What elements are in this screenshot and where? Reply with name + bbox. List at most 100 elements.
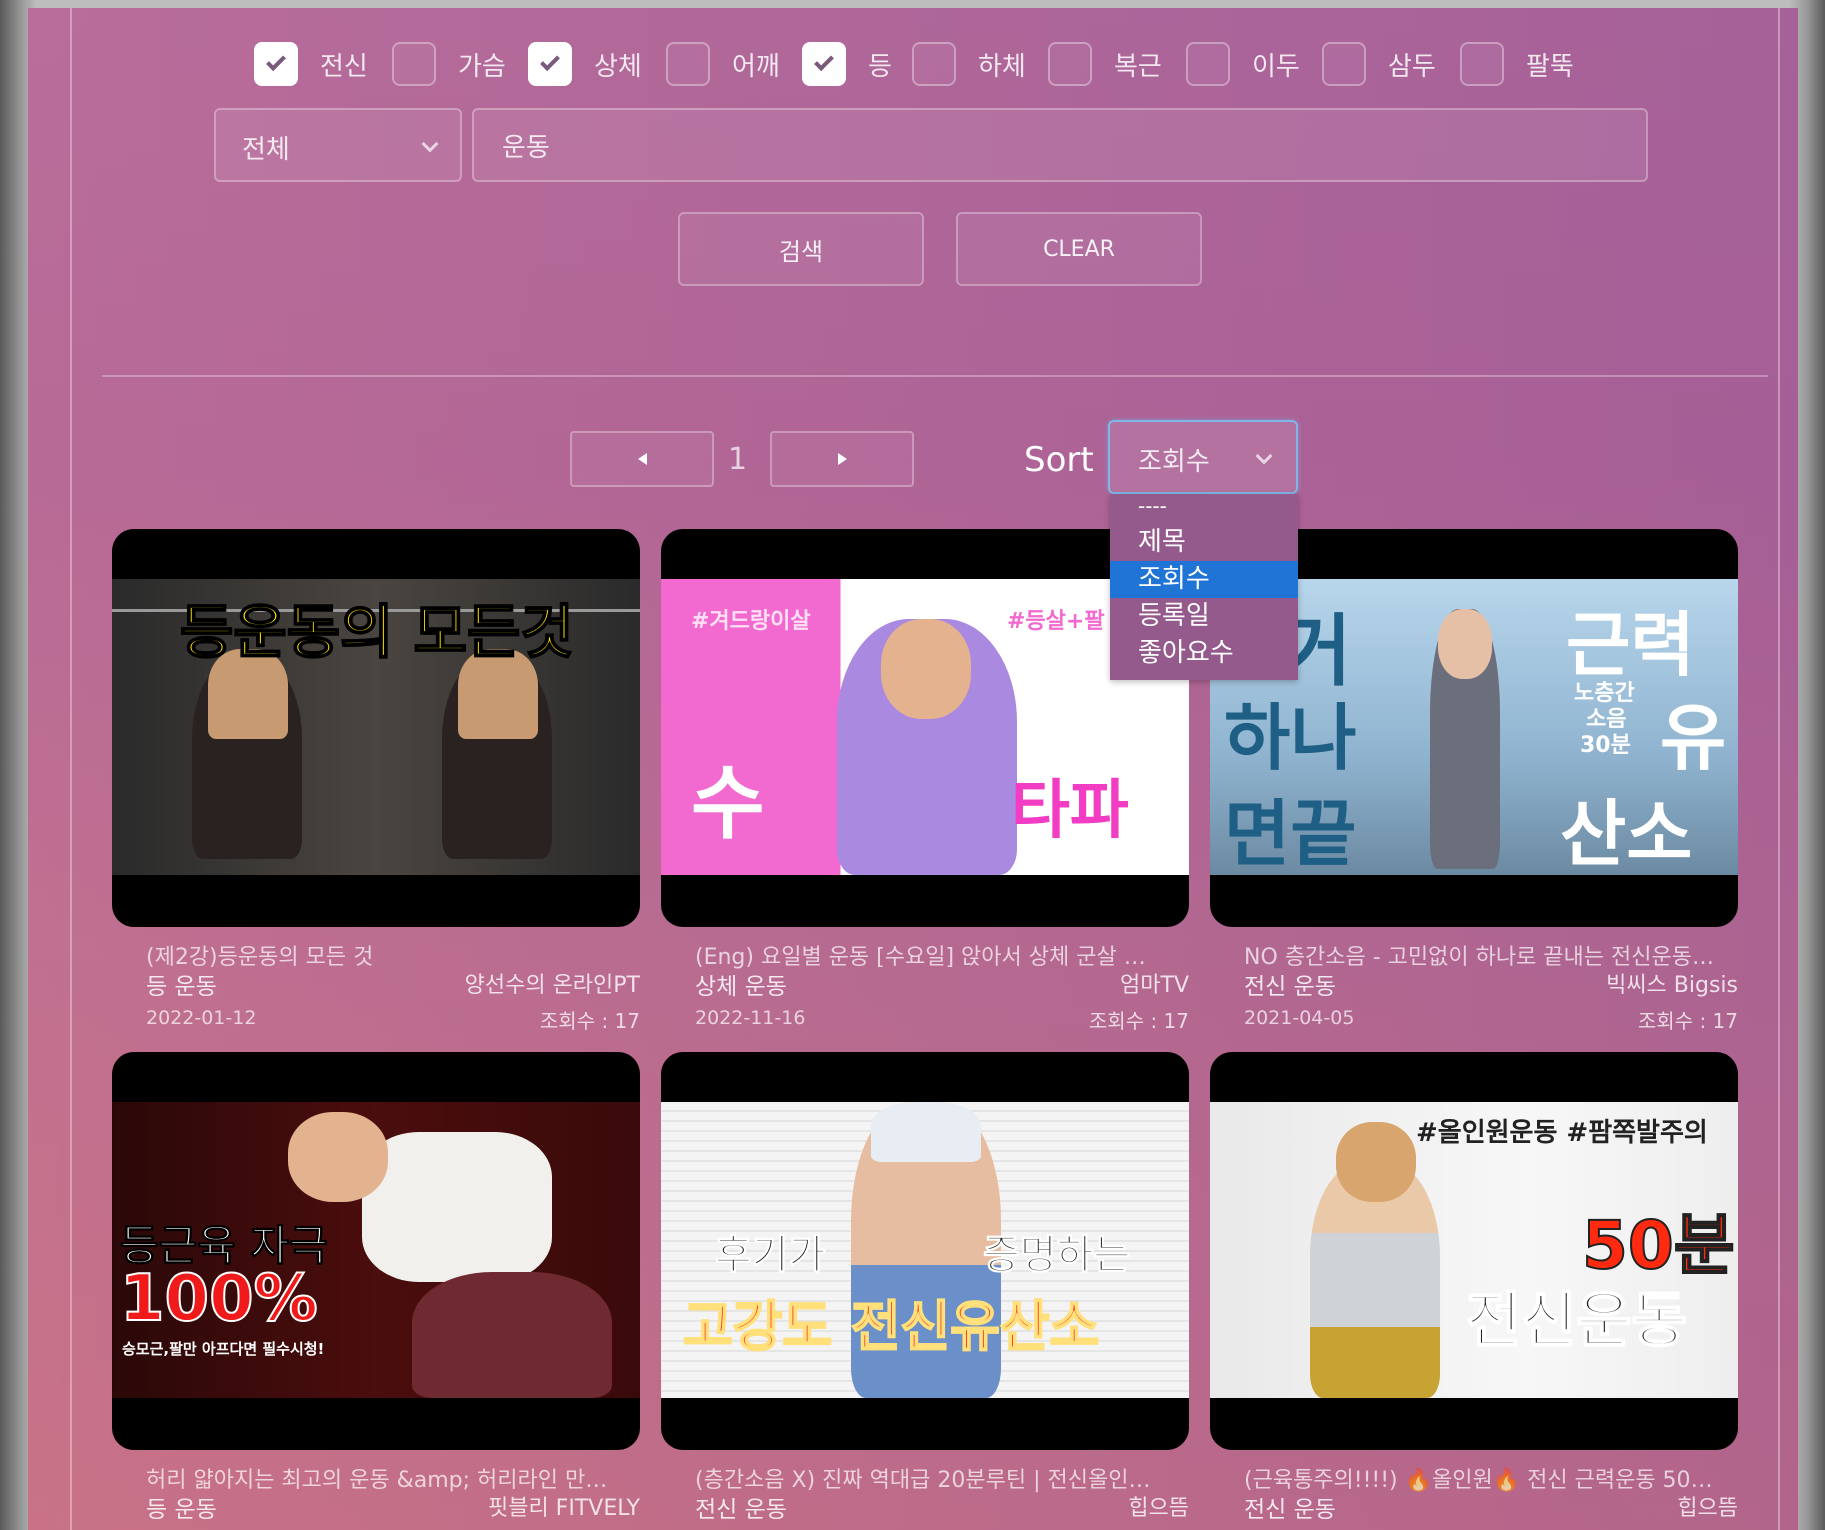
sort-option-views[interactable]: 조회수 xyxy=(1110,561,1298,598)
figure xyxy=(362,1132,552,1282)
video-date: 2022-11-16 xyxy=(695,1007,806,1029)
filter-checkbox-복근[interactable]: 복근 xyxy=(1048,42,1162,86)
sort-option-none[interactable]: ---- xyxy=(1110,494,1298,524)
filter-checkbox-가슴[interactable]: 가슴 xyxy=(392,42,506,86)
category-select-value: 전체 xyxy=(242,135,290,165)
filter-checkbox-팔뚝[interactable]: 팔뚝 xyxy=(1460,42,1574,86)
filter-label: 가슴 xyxy=(458,51,506,82)
checkbox-box[interactable] xyxy=(1322,42,1366,86)
filter-label: 등 xyxy=(868,51,892,82)
page-number: 1 xyxy=(728,442,748,477)
thumbnail-overlay-text: 승모근,팔만 아프다면 필수시청! xyxy=(122,1340,325,1358)
filter-label: 하체 xyxy=(978,51,1026,82)
video-card[interactable]: #올인원운동 #팜쪽발주의 50분 전신운동 (근육통주의!!!!) 🔥올인원🔥… xyxy=(1210,1052,1738,1530)
thumbnail-overlay-text: 산소 xyxy=(1560,792,1693,875)
next-page-button[interactable] xyxy=(770,431,914,487)
video-channel: 빅씨스 Bigsis xyxy=(1606,973,1738,998)
checkbox-box[interactable] xyxy=(912,42,956,86)
filter-label: 이두 xyxy=(1252,51,1300,82)
caret-left-icon xyxy=(637,453,647,465)
video-channel: 양선수의 온라인PT xyxy=(464,973,640,998)
body-part-filters: 전신 가슴 상체 어깨 등 하체 복근 이두 삼두 팔뚝 xyxy=(28,42,1798,88)
video-date: 2021-04-05 xyxy=(1244,1007,1355,1029)
check-icon xyxy=(814,51,834,72)
filter-checkbox-상체[interactable]: 상체 xyxy=(528,42,642,86)
search-button[interactable]: 검색 xyxy=(678,212,924,286)
thumbnail-overlay-text: 전신운동 xyxy=(1465,1285,1688,1357)
checkbox-box[interactable] xyxy=(802,42,846,86)
checkbox-box[interactable] xyxy=(1048,42,1092,86)
filter-checkbox-이두[interactable]: 이두 xyxy=(1186,42,1300,86)
thumbnail-image: 등운동의 모든것 xyxy=(112,579,640,875)
figure xyxy=(412,1272,612,1398)
filter-checkbox-하체[interactable]: 하체 xyxy=(912,42,1026,86)
checkbox-box[interactable] xyxy=(1186,42,1230,86)
sort-option-title[interactable]: 제목 xyxy=(1110,524,1298,561)
figure xyxy=(1336,1122,1416,1202)
thumbnail-overlay-text: 증명하는 xyxy=(982,1232,1131,1279)
left-border-line xyxy=(70,8,72,1530)
figure xyxy=(881,619,971,719)
filter-checkbox-등[interactable]: 등 xyxy=(802,42,892,86)
video-channel: 힙으뜸 xyxy=(1128,1496,1189,1521)
thumbnail-overlay-text: 면끝 xyxy=(1224,792,1357,875)
sort-select[interactable]: 조회수 xyxy=(1108,420,1298,494)
filter-label: 팔뚝 xyxy=(1526,51,1574,82)
video-card[interactable]: 등근육 자극 100% 승모근,팔만 아프다면 필수시청! 허리 얇아지는 최고… xyxy=(112,1052,640,1530)
video-card[interactable]: 후기가 증명하는 고강도 전신유산소 (층간소음 X) 진짜 역대급 20분루틴… xyxy=(661,1052,1189,1530)
filter-checkbox-전신[interactable]: 전신 xyxy=(254,42,368,86)
checkbox-box[interactable] xyxy=(254,42,298,86)
sort-option-date[interactable]: 등록일 xyxy=(1110,598,1298,635)
filter-checkbox-삼두[interactable]: 삼두 xyxy=(1322,42,1436,86)
video-views: 조회수 : 17 xyxy=(539,1009,640,1033)
thumbnail-overlay-text: 30분 xyxy=(1580,733,1631,758)
thumbnail-overlay-text: 고강도 전신유산소 xyxy=(682,1294,1100,1359)
chevron-down-icon xyxy=(1255,447,1273,465)
sort-label: Sort xyxy=(1024,440,1094,480)
video-category: 등 운동 xyxy=(146,1497,217,1523)
sort-option-likes[interactable]: 좋아요수 xyxy=(1110,635,1298,672)
checkbox-box[interactable] xyxy=(528,42,572,86)
figure xyxy=(1438,609,1492,679)
checkbox-box[interactable] xyxy=(666,42,710,86)
filter-label: 상체 xyxy=(594,51,642,82)
thumbnail-overlay-text: 등운동의 모든것 xyxy=(179,597,575,667)
thumbnail-image: 후기가 증명하는 고강도 전신유산소 xyxy=(661,1102,1189,1398)
video-category: 상체 운동 xyxy=(695,974,787,1000)
app-container: 전신 가슴 상체 어깨 등 하체 복근 이두 삼두 팔뚝 전체 운동 검색 CL… xyxy=(28,8,1798,1530)
video-category: 전신 운동 xyxy=(695,1497,787,1523)
video-views: 조회수 : 17 xyxy=(1088,1009,1189,1033)
video-category: 등 운동 xyxy=(146,974,217,1000)
video-card[interactable]: 등운동의 모든것 (제2강)등운동의 모든 것 등 운동 양선수의 온라인PT … xyxy=(112,529,640,1049)
checkbox-box[interactable] xyxy=(392,42,436,86)
search-input[interactable] xyxy=(472,108,1648,182)
caret-right-icon xyxy=(837,453,847,465)
checkbox-box[interactable] xyxy=(1460,42,1504,86)
thumbnail-overlay-text: #겨드랑이살 xyxy=(691,609,811,634)
filter-checkbox-어깨[interactable]: 어깨 xyxy=(666,42,780,86)
video-channel: 핏블리 FITVELY xyxy=(487,1496,640,1521)
category-select[interactable]: 전체 xyxy=(214,108,462,182)
thumbnail-overlay-text: #올인원운동 #팜쪽발주의 xyxy=(1416,1118,1708,1148)
filter-label: 삼두 xyxy=(1388,51,1436,82)
video-views: 조회수 : 17 xyxy=(1637,1009,1738,1033)
filter-label: 전신 xyxy=(320,51,368,82)
thumbnail-overlay-text: 타파 xyxy=(1011,774,1129,848)
video-thumbnail[interactable]: 등운동의 모든것 xyxy=(112,529,640,927)
thumbnail-overlay-text: 100% xyxy=(119,1261,319,1337)
thumbnail-image: #올인원운동 #팜쪽발주의 50분 전신운동 xyxy=(1210,1102,1738,1398)
video-category: 전신 운동 xyxy=(1244,1497,1336,1523)
divider xyxy=(102,375,1768,377)
filter-label: 어깨 xyxy=(732,51,780,82)
video-thumbnail[interactable]: 후기가 증명하는 고강도 전신유산소 xyxy=(661,1052,1189,1450)
right-border-line xyxy=(1778,8,1780,1530)
sort-select-value: 조회수 xyxy=(1138,447,1210,477)
clear-button[interactable]: CLEAR xyxy=(956,212,1202,286)
video-category: 전신 운동 xyxy=(1244,974,1336,1000)
video-channel: 엄마TV xyxy=(1120,973,1189,998)
video-thumbnail[interactable]: #올인원운동 #팜쪽발주의 50분 전신운동 xyxy=(1210,1052,1738,1450)
video-channel: 힙으뜸 xyxy=(1677,1496,1738,1521)
figure xyxy=(871,1102,981,1162)
prev-page-button[interactable] xyxy=(570,431,714,487)
video-thumbnail[interactable]: 등근육 자극 100% 승모근,팔만 아프다면 필수시청! xyxy=(112,1052,640,1450)
